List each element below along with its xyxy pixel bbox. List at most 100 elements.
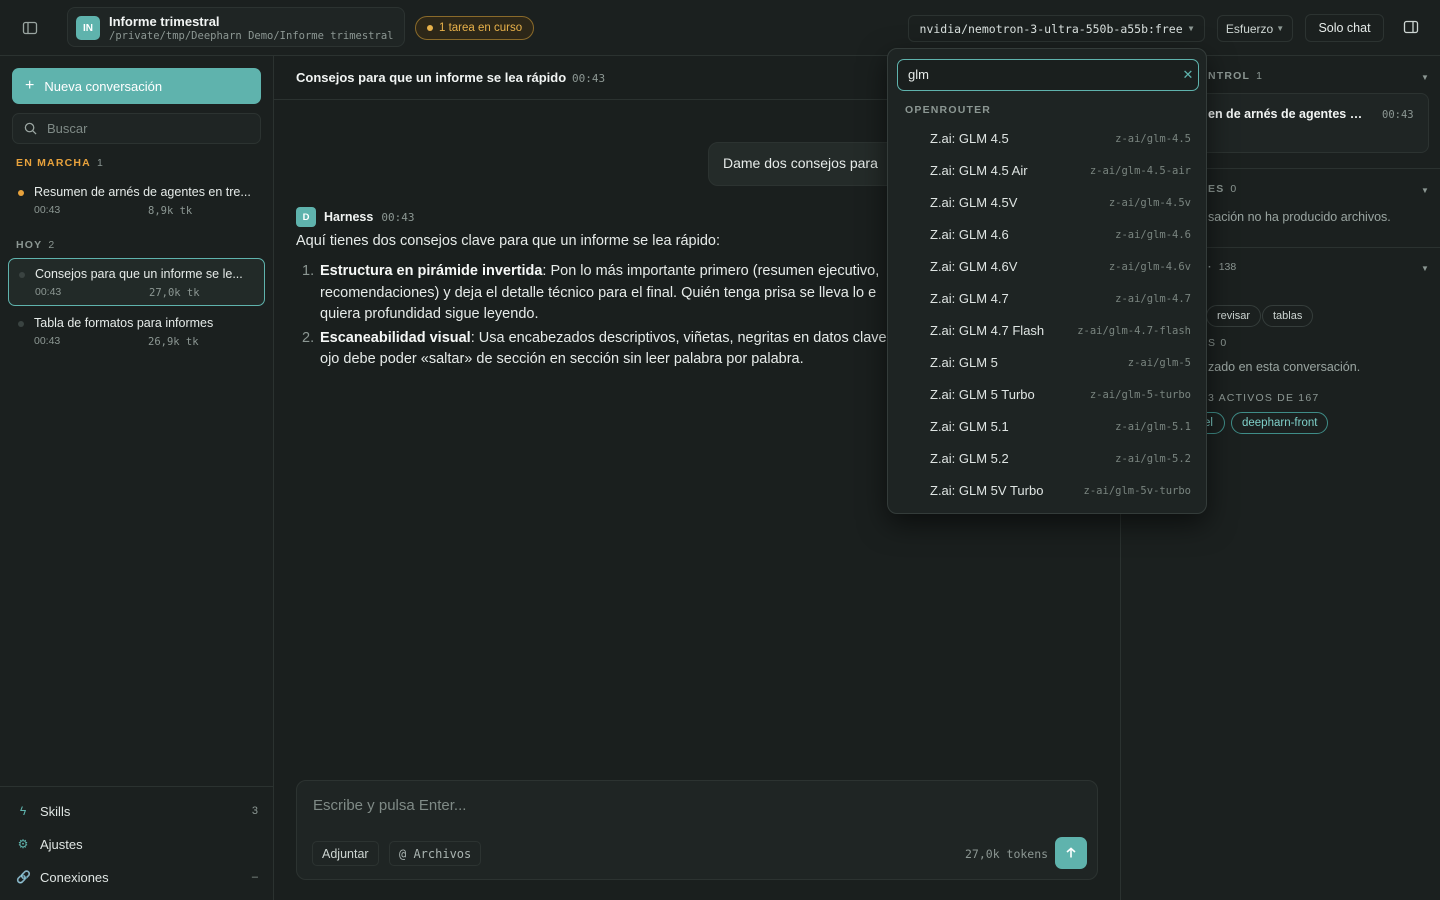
tasks-running-badge[interactable]: 1 tarea en curso xyxy=(415,16,535,40)
model-selector-button[interactable]: nvidia/nemotron-3-ultra-550b-a55b:free ▼ xyxy=(908,15,1205,42)
model-option-id: z-ai/glm-4.7 xyxy=(1115,293,1191,305)
arrow-up-icon xyxy=(1066,847,1076,858)
control-title-text: NTROL xyxy=(1208,70,1251,82)
model-option[interactable]: Z.ai: GLM 4.5 z-ai/glm-4.5 xyxy=(888,122,1208,154)
model-option[interactable]: Z.ai: GLM 4.6 z-ai/glm-4.6 xyxy=(888,218,1208,250)
running-dot-icon xyxy=(18,190,24,196)
conversation-tokens: 8,9k tk xyxy=(148,205,193,217)
close-icon[interactable]: ✕ xyxy=(1179,65,1197,85)
tip-bold: Escaneabilidad visual xyxy=(320,329,471,346)
connections-label: Conexiones xyxy=(40,869,109,885)
model-option-id: z-ai/glm-5 xyxy=(1127,357,1191,369)
model-option[interactable]: Z.ai: GLM 4.7 z-ai/glm-4.7 xyxy=(888,282,1208,314)
task-badge-label: 1 tarea en curso xyxy=(439,22,523,34)
model-dropdown: ✕ OPENROUTER Z.ai: GLM 4.5z-ai/glm-4.5Z.… xyxy=(887,48,1207,514)
model-option-id: z-ai/glm-4.6 xyxy=(1115,229,1191,241)
skills-title-text: · xyxy=(1208,261,1213,273)
right-panel-toggle-icon[interactable] xyxy=(1396,12,1426,42)
tip-text: : Pon lo más importante primero (resumen… xyxy=(542,263,880,279)
search-icon xyxy=(24,122,37,135)
model-option-name: Z.ai: GLM 5.1 xyxy=(930,419,1009,434)
conversation-tokens: 27,0k tk xyxy=(149,287,200,299)
skills-total: 138 xyxy=(1218,261,1237,273)
chevron-down-icon[interactable]: ▼ xyxy=(1421,186,1429,195)
skills-link[interactable]: ϟ Skills 3 xyxy=(16,800,258,822)
settings-link[interactable]: ⚙ Ajustes xyxy=(16,833,258,855)
skills-label: Skills xyxy=(40,803,71,819)
model-option-name: Z.ai: GLM 4.7 Flash xyxy=(930,323,1045,338)
model-option[interactable]: Z.ai: GLM 5.1 z-ai/glm-5.1 xyxy=(888,410,1208,442)
model-option-id: z-ai/glm-4.5-air xyxy=(1089,165,1191,177)
list-number: 1. xyxy=(302,263,315,279)
chevron-down-icon[interactable]: ▼ xyxy=(1421,264,1429,273)
message-input[interactable] xyxy=(313,797,1073,814)
sidebar-toggle-icon[interactable] xyxy=(14,12,46,44)
tip-line: quiera profundidad sigue leyendo. xyxy=(320,306,539,322)
lightning-icon: ϟ xyxy=(19,804,27,818)
tip-line: Estructura en pirámide invertida: Pon lo… xyxy=(320,261,916,283)
project-selector[interactable]: IN Informe trimestral /private/tmp/Deeph… xyxy=(67,7,405,47)
memory-count: 0 xyxy=(1220,337,1228,349)
new-conversation-button[interactable]: + Nueva conversación xyxy=(12,68,261,104)
skill-tag[interactable]: revisar xyxy=(1206,305,1262,327)
control-task-time: 00:43 xyxy=(1382,109,1414,121)
model-option-name: Z.ai: GLM 4.6 xyxy=(930,227,1009,242)
active-skill-tag[interactable]: deepharn-front xyxy=(1231,412,1329,434)
model-option-id: z-ai/glm-4.6v xyxy=(1108,261,1191,273)
model-option[interactable]: Z.ai: GLM 4.6V z-ai/glm-4.6v xyxy=(888,250,1208,282)
sidebar: + Nueva conversación EN MARCHA 1 Resumen … xyxy=(0,56,274,900)
new-conversation-label: Nueva conversación xyxy=(44,78,163,94)
connections-value: – xyxy=(251,871,258,883)
model-option[interactable]: Z.ai: GLM 4.5 Air z-ai/glm-4.5-air xyxy=(888,154,1208,186)
memory-label: S 0 xyxy=(1208,337,1227,349)
model-option-name: Z.ai: GLM 4.5 xyxy=(930,131,1009,146)
project-name: Informe trimestral xyxy=(109,14,220,29)
control-task-card[interactable]: en de arnés de agentes en t... 00:43 xyxy=(1193,93,1429,153)
model-option-name: Z.ai: GLM 4.5 Air xyxy=(930,163,1028,178)
files-mention-button[interactable]: @ Archivos xyxy=(389,841,482,866)
solo-chat-button[interactable]: Solo chat xyxy=(1305,14,1384,42)
files-empty-text: sación no ha producido archivos. xyxy=(1208,210,1391,224)
section-running-count: 1 xyxy=(96,157,103,169)
assistant-avatar: D xyxy=(296,207,316,227)
model-option[interactable]: Z.ai: GLM 5.2 z-ai/glm-5.2 xyxy=(888,442,1208,474)
model-search-box: ✕ xyxy=(897,59,1199,91)
model-option-name: Z.ai: GLM 5 Turbo xyxy=(930,387,1035,402)
model-option-name: Z.ai: GLM 5V Turbo xyxy=(930,483,1044,498)
conversation-item-active[interactable]: Consejos para que un informe se le... 00… xyxy=(8,258,265,306)
files-count: 0 xyxy=(1230,183,1237,195)
conversation-item[interactable]: Tabla de formatos para informes 00:43 26… xyxy=(8,308,265,356)
effort-selector-button[interactable]: Esfuerzo ▼ xyxy=(1217,15,1293,42)
model-option[interactable]: Z.ai: GLM 5V Turbo z-ai/glm-5v-turbo xyxy=(888,474,1208,506)
model-option[interactable]: Z.ai: GLM 4.7 Flash z-ai/glm-4.7-flash xyxy=(888,314,1208,346)
model-option[interactable]: Z.ai: GLM 5 z-ai/glm-5 xyxy=(888,346,1208,378)
conversation-heading: Consejos para que un informe se lea rápi… xyxy=(296,70,567,85)
model-option-id: z-ai/glm-4.5v xyxy=(1108,197,1191,209)
active-skills-label: 3 ACTIVOS DE 167 xyxy=(1208,392,1320,404)
conversation-title: Tabla de formatos para informes xyxy=(34,316,214,330)
model-name: nvidia/nemotron-3-ultra-550b-a55b:free xyxy=(919,21,1183,36)
chevron-down-icon[interactable]: ▼ xyxy=(1421,73,1429,82)
project-avatar: IN xyxy=(76,16,100,40)
control-title: NTROL 1 xyxy=(1208,70,1262,82)
skill-tag[interactable]: tablas xyxy=(1262,305,1314,327)
connections-link[interactable]: 🔗 Conexiones – xyxy=(16,866,258,888)
section-running-label: EN MARCHA 1 xyxy=(16,157,103,169)
idle-dot-icon xyxy=(18,321,24,327)
list-item: 1. Estructura en pirámide invertida: Pon… xyxy=(296,261,916,326)
chevron-down-icon: ▼ xyxy=(1188,24,1194,33)
model-option-id: z-ai/glm-4.7-flash xyxy=(1077,325,1191,337)
conversation-time: 00:43 xyxy=(34,335,61,347)
model-option[interactable]: Z.ai: GLM 4.5V z-ai/glm-4.5v xyxy=(888,186,1208,218)
model-option[interactable]: Z.ai: GLM 5 Turbo z-ai/glm-5-turbo xyxy=(888,378,1208,410)
attach-button[interactable]: Adjuntar xyxy=(312,841,379,866)
list-item: 2. Escaneabilidad visual: Usa encabezado… xyxy=(296,328,916,371)
section-today-label: HOY 2 xyxy=(16,239,54,251)
conversation-item[interactable]: Resumen de arnés de agentes en tre... 00… xyxy=(8,177,265,225)
tip-line: recomendaciones) y deja el detalle técni… xyxy=(320,284,877,301)
model-search-input[interactable] xyxy=(908,67,1168,82)
search-input[interactable] xyxy=(47,121,237,136)
idle-dot-icon xyxy=(19,272,25,278)
send-button[interactable] xyxy=(1055,837,1087,869)
model-option-name: Z.ai: GLM 4.7 xyxy=(930,291,1009,306)
